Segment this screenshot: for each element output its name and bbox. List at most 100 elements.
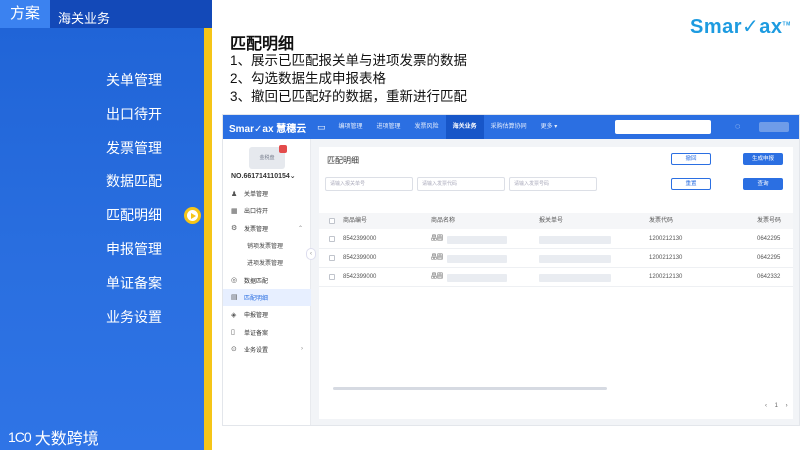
row-checkbox[interactable] xyxy=(329,274,335,280)
people-icon: ♟ xyxy=(231,190,238,198)
redacted-block xyxy=(447,255,507,263)
monitor-icon[interactable]: ▭ xyxy=(317,122,326,133)
cell-code: 8542399000 xyxy=(343,274,377,280)
table-row[interactable]: 8542399000 晶圆 1200212130 0642295 xyxy=(319,249,793,268)
cell-name: 晶圆 xyxy=(431,274,444,280)
redacted-block xyxy=(447,274,507,282)
menu-item[interactable]: 业务设置 xyxy=(106,307,162,341)
gear-icon: ⚙ xyxy=(231,225,238,233)
query-button[interactable]: 查询 xyxy=(743,178,783,190)
side-menu: ♟ 关单管理 ▦ 出口待开 ⚙ 发票管理 ⌃ 销项发票管理 进项发票管理 ◎ 数据匹配 ▤… xyxy=(223,185,311,358)
menu-item[interactable]: 申报管理 xyxy=(106,239,162,273)
sidebar-item-label: 出口待开 xyxy=(244,209,269,216)
invoice-number-input[interactable]: 请输入发票号码 xyxy=(509,177,597,191)
nav-item[interactable]: 采购估算协同 xyxy=(484,115,534,139)
row-checkbox[interactable] xyxy=(329,236,335,242)
redacted-block xyxy=(539,236,611,244)
nav-item-active[interactable]: 海关业务 xyxy=(445,115,484,139)
horizontal-scrollbar[interactable] xyxy=(333,387,607,390)
nav-item-more[interactable]: 更多 ▾ xyxy=(534,115,565,139)
brand-logo: Smar✓axTM xyxy=(690,16,791,38)
column-header: 商品编号 xyxy=(343,218,368,224)
active-indicator-icon xyxy=(184,207,201,224)
column-header: 发票号码 xyxy=(757,218,782,224)
menu-item[interactable]: 出口待开 xyxy=(106,104,162,138)
cell-invoice-no: 0642295 xyxy=(757,255,781,261)
redacted-block xyxy=(539,255,611,263)
user-avatar[interactable] xyxy=(759,122,789,132)
column-header: 报关单号 xyxy=(539,218,564,224)
chevron-up-icon: ⌃ xyxy=(297,225,303,232)
company-card: 金税盘 xyxy=(249,145,287,169)
sidebar-item-label: 申报管理 xyxy=(244,313,269,320)
column-header: 发票代码 xyxy=(649,218,674,224)
cell-name: 晶圆 xyxy=(431,236,444,242)
app-nav: ▭ 编项管理 进项管理 发票风险 海关业务 采购估算协同 更多 ▾ xyxy=(313,115,564,139)
menu-item[interactable]: 发票管理 xyxy=(106,138,162,172)
company-card-label: 金税盘 xyxy=(259,155,275,161)
left-panel: 方案 海关业务 关单管理 出口待开 发票管理 数据匹配 匹配明细 申报管理 单证… xyxy=(0,0,212,450)
generate-declaration-button[interactable]: 生成申报 xyxy=(743,153,783,165)
sidebar-item-label: 数据匹配 xyxy=(244,278,269,285)
tag-fangan: 方案 xyxy=(0,0,50,28)
sidebar-item[interactable]: ⚙ 发票管理 ⌃ xyxy=(223,220,311,237)
sidebar-item[interactable]: ♟ 关单管理 xyxy=(223,185,311,202)
cell-invoice-code: 1200212130 xyxy=(649,274,683,280)
settings-icon: ⊙ xyxy=(231,346,237,354)
cell-code: 8542399000 xyxy=(343,236,377,242)
company-number-select[interactable]: NO.661714110154⌄ xyxy=(231,172,296,180)
cell-invoice-no: 0642332 xyxy=(757,274,781,280)
sidebar-item[interactable]: ◎ 数据匹配 xyxy=(223,271,311,288)
recall-button[interactable]: 撤回 xyxy=(671,153,711,165)
section-label: 海关业务 xyxy=(58,11,111,26)
select-all-checkbox[interactable] xyxy=(329,218,335,224)
content-title: 匹配明细 xyxy=(327,156,359,165)
nav-item[interactable]: 编项管理 xyxy=(332,115,370,139)
menu-item[interactable]: 单证备案 xyxy=(106,273,162,307)
app-logo: Smar✓ax 慧穗云 xyxy=(229,123,307,135)
column-header: 商品名称 xyxy=(431,218,456,224)
step-line: 2、勾选数据生成申报表格 xyxy=(230,71,387,86)
nav-item[interactable]: 发票风险 xyxy=(408,115,446,139)
sidebar-item-label: 关单管理 xyxy=(244,192,269,199)
customs-declaration-no-input[interactable]: 请输入报关单号 xyxy=(325,177,413,191)
row-checkbox[interactable] xyxy=(329,255,335,261)
collapse-sidebar-button[interactable]: ‹ xyxy=(306,248,316,260)
menu-item[interactable]: 关单管理 xyxy=(106,70,162,104)
redacted-block xyxy=(539,274,611,282)
sidebar-item[interactable]: ⊙ 业务设置 › xyxy=(223,341,311,358)
cell-name: 晶圆 xyxy=(431,255,444,261)
table-row[interactable]: 8542399000 晶圆 1200212130 0642295 xyxy=(319,230,793,249)
invoice-code-input[interactable]: 请输入发票代码 xyxy=(417,177,505,191)
company-search-input[interactable] xyxy=(615,120,711,134)
reset-button[interactable]: 重置 xyxy=(671,178,711,190)
step-line: 3、撤回已匹配好的数据，重新进行匹配 xyxy=(230,89,468,104)
sidebar-item-active[interactable]: ▤ 匹配明细 xyxy=(223,288,311,307)
sidebar-item[interactable]: ▯ 单证备案 xyxy=(223,323,311,340)
sidebar-item[interactable]: ▦ 出口待开 xyxy=(223,202,311,219)
sidebar-item[interactable]: ◈ 申报管理 xyxy=(223,306,311,323)
cell-invoice-code: 1200212130 xyxy=(649,255,683,261)
nav-item[interactable]: 进项管理 xyxy=(370,115,408,139)
sidebar-item-label: 业务设置 xyxy=(244,347,269,354)
app-sidebar: 金税盘 NO.661714110154⌄ ♟ 关单管理 ▦ 出口待开 ⚙ 发票管理 ⌃ … xyxy=(223,139,311,425)
calendar-icon: ▦ xyxy=(231,207,238,215)
chevron-right-icon: › xyxy=(301,346,303,353)
sidebar-subitem[interactable]: 销项发票管理 xyxy=(223,237,311,254)
pagination[interactable]: ‹ 1 › xyxy=(765,403,791,409)
sidebar-subitem[interactable]: 进项发票管理 xyxy=(223,254,311,271)
chat-icon[interactable]: ◌ xyxy=(735,121,740,131)
menu-item[interactable]: 数据匹配 xyxy=(106,171,162,205)
brand-bottom: 1C0 大数跨境 xyxy=(8,425,99,449)
list-icon: ▤ xyxy=(231,294,238,302)
menu-item-active[interactable]: 匹配明细 xyxy=(106,205,162,239)
app-topbar: Smar✓ax 慧穗云 ▭ 编项管理 进项管理 发票风险 海关业务 采购估算协同… xyxy=(223,115,799,139)
page-title: 匹配明细 xyxy=(230,36,295,53)
app-screenshot: Smar✓ax 慧穗云 ▭ 编项管理 进项管理 发票风险 海关业务 采购估算协同… xyxy=(222,114,800,426)
description: 1、展示已匹配报关单与进项发票的数据 2、勾选数据生成申报表格 3、撤回已匹配好… xyxy=(230,52,467,106)
table-row[interactable]: 8542399000 晶圆 1200212130 0642332 xyxy=(319,268,793,287)
brand-bottom-text: 大数跨境 xyxy=(34,431,99,448)
layers-icon: ◈ xyxy=(231,311,237,319)
cell-code: 8542399000 xyxy=(343,255,377,261)
sidebar-item-label: 匹配明细 xyxy=(244,295,269,302)
